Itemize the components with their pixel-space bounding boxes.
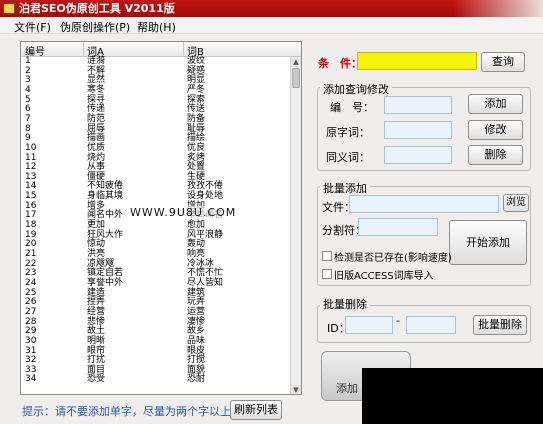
condition-label: 条 件：: [318, 57, 362, 70]
list-row[interactable]: 15 身临其境 设身处地: [21, 191, 291, 202]
synonym-input[interactable]: [384, 146, 452, 164]
window-title: 泊君SEO伪原创工具 V2011版: [19, 2, 175, 15]
menu-file[interactable]: 文件(F): [14, 19, 51, 35]
dash-label: -: [396, 314, 400, 327]
scroll-down-icon[interactable]: ▼: [291, 385, 301, 394]
refresh-list-button[interactable]: 刷新列表: [230, 400, 282, 420]
list-row[interactable]: 6 传递 传送: [21, 105, 291, 115]
synonym-label: 同义词：: [326, 151, 370, 164]
header-sep: [83, 42, 84, 57]
list-row[interactable]: 7 防范 防备: [21, 114, 291, 125]
orig-word-label: 原字词：: [326, 126, 370, 139]
list-row[interactable]: 13 僵硬 生硬: [21, 172, 291, 183]
titlebar-blur: [453, 0, 543, 17]
partial-add-label: 添加: [336, 382, 358, 395]
modify-button[interactable]: 修改: [468, 120, 523, 140]
list-row[interactable]: 2 不解 疑惑: [21, 66, 291, 77]
list-row[interactable]: 19 狂风大作 风平浪静: [21, 230, 291, 241]
list-row[interactable]: 24 享誉中外 尽人皆知: [21, 278, 291, 289]
add-query-title: 添加查询修改: [320, 81, 392, 97]
list-row[interactable]: 33 面目 面貌: [21, 365, 291, 376]
watermark: WWW.9U8U.COM: [130, 206, 237, 219]
id-input[interactable]: [384, 96, 452, 114]
titlebar[interactable]: 泊君SEO伪原创工具 V2011版: [0, 0, 543, 17]
list-row[interactable]: 1 涟漪 波纹: [21, 56, 291, 67]
list-row[interactable]: 4 寒冬 严冬: [21, 85, 291, 96]
file-input[interactable]: [349, 195, 499, 213]
batch-delete-button[interactable]: 批量删除: [473, 315, 527, 335]
batch-delete-title: 批量删除: [320, 296, 370, 312]
check-exists-label[interactable]: 检测是否已存在(影响速度): [334, 249, 452, 264]
list-row[interactable]: 11 烧灼 炙烤: [21, 153, 291, 164]
list-row[interactable]: 34 恐受 恐耐: [21, 375, 291, 385]
old-import-label[interactable]: 旧版ACCESS词库导入: [334, 267, 434, 282]
list-row[interactable]: 14 不知疲倦 孜孜不倦: [21, 182, 291, 192]
condition-input[interactable]: [357, 52, 477, 70]
list-header: 编号 词A 词B: [21, 42, 301, 58]
tip-text: 提示：请不要添加单字，尽量为两个字以上。: [22, 405, 242, 418]
batch-id-from-input[interactable]: [345, 316, 393, 334]
list-row[interactable]: 28 悲惨 凄惨: [21, 317, 291, 328]
app-icon: [3, 3, 15, 14]
start-add-button[interactable]: 开始添加: [449, 220, 527, 265]
list-row[interactable]: 29 故土 故乡: [21, 327, 291, 337]
list-row[interactable]: 25 建造 建筑: [21, 288, 291, 299]
list-row[interactable]: 31 眼帘 眼皮: [21, 346, 291, 357]
separator-input[interactable]: [358, 218, 438, 236]
header-sep: [183, 42, 184, 57]
old-import-checkbox[interactable]: [322, 269, 332, 279]
list-row[interactable]: 32 打扰 打搅: [21, 355, 291, 366]
list-row[interactable]: 27 经营 运营: [21, 307, 291, 318]
list-row[interactable]: 10 优质 优良: [21, 143, 291, 154]
list-body: 1 涟漪 波纹 2 不解 疑惑 3 显然 明显 4 寒冬 严冬 5 探寻 探索 6 传递 传送 7 防范 防备 8 屈辱 耻辱…: [21, 56, 291, 394]
list-row[interactable]: 26 捏弄 玩弄: [21, 298, 291, 308]
list-row[interactable]: 3 显然 明显: [21, 76, 291, 86]
row-id: 34: [25, 374, 37, 385]
menubar: 文件(F) 伪原创操作(P) 帮助(H): [0, 17, 543, 34]
check-exists-checkbox[interactable]: [322, 251, 332, 261]
row-word-b: 恐耐: [187, 374, 206, 385]
scroll-up-icon[interactable]: ▲: [291, 57, 301, 67]
orig-word-input[interactable]: [384, 121, 452, 139]
menu-help[interactable]: 帮助(H): [137, 19, 176, 35]
row-word-a: 恐受: [87, 374, 106, 385]
scroll-thumb[interactable]: [292, 68, 300, 88]
vertical-scrollbar[interactable]: ▲ ▼: [290, 57, 301, 394]
list-row[interactable]: 5 探寻 探索: [21, 95, 291, 106]
add-button[interactable]: 添加: [468, 94, 523, 114]
black-overlay: [362, 368, 543, 424]
list-row[interactable]: 30 明晰 品味: [21, 336, 291, 347]
delete-button[interactable]: 删除: [468, 145, 523, 165]
list-row[interactable]: 12 从事 处置: [21, 162, 291, 173]
list-row[interactable]: 21 洪亮 响亮: [21, 249, 291, 260]
list-row[interactable]: 23 镇定自若 不慌不忙: [21, 269, 291, 279]
menu-pseudo-original[interactable]: 伪原创操作(P): [60, 19, 130, 35]
batch-add-title: 批量添加: [320, 180, 370, 196]
list-row[interactable]: 18 更加 愈加: [21, 220, 291, 231]
browse-button[interactable]: 浏览: [503, 194, 529, 212]
list-row[interactable]: 8 屈辱 耻辱: [21, 124, 291, 135]
list-row[interactable]: 20 惊动 轰动: [21, 240, 291, 250]
list-row[interactable]: 9 描画 描绘: [21, 134, 291, 144]
query-button[interactable]: 查询: [481, 52, 525, 72]
list-row[interactable]: 22 凉飕飕 冷冰冰: [21, 259, 291, 270]
id-label: 编 号：: [330, 101, 374, 114]
batch-id-to-input[interactable]: [406, 316, 456, 334]
